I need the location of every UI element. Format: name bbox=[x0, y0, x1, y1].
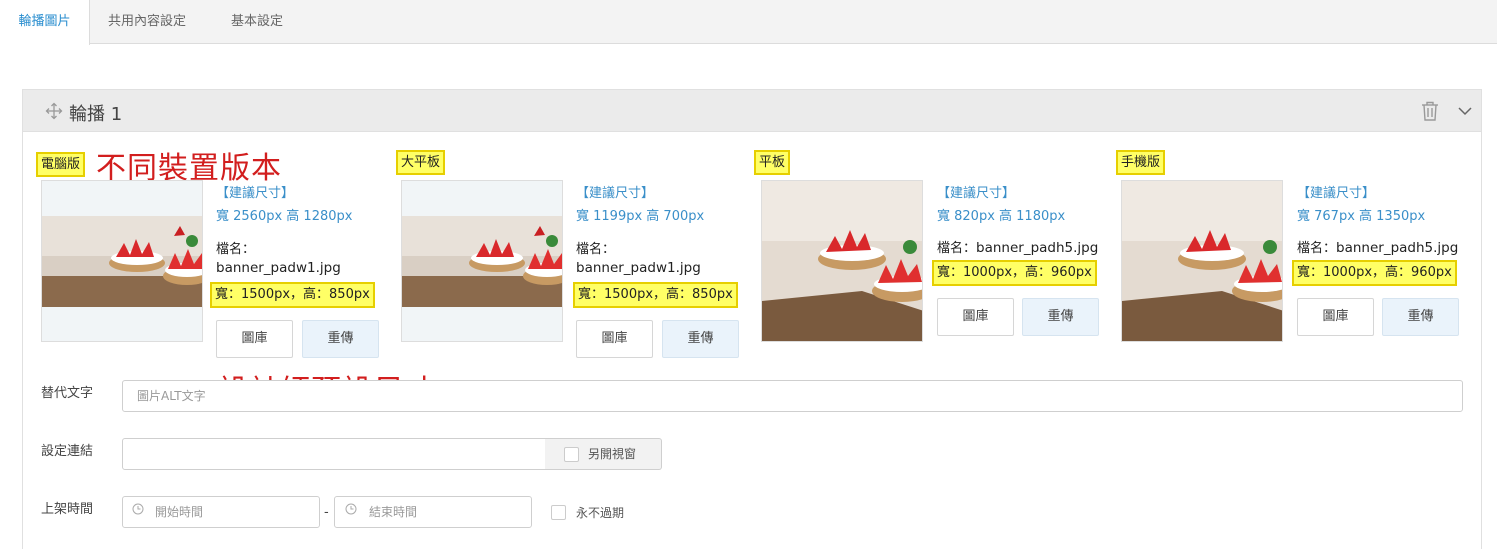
reupload-button[interactable]: 重傳 bbox=[302, 320, 379, 358]
gallery-button[interactable]: 圖庫 bbox=[937, 298, 1014, 336]
move-icon[interactable] bbox=[45, 102, 63, 120]
file-name-label: 檔名： bbox=[937, 241, 977, 256]
gallery-button[interactable]: 圖庫 bbox=[576, 320, 653, 358]
reupload-button[interactable]: 重傳 bbox=[662, 320, 739, 358]
trash-icon[interactable] bbox=[1421, 101, 1439, 121]
end-time-input[interactable]: 結束時間 bbox=[334, 496, 532, 528]
image-thumbnail-large-tablet[interactable] bbox=[401, 180, 563, 342]
suggest-size: 寬 1199px 高 700px bbox=[576, 209, 705, 224]
never-expire-label: 永不過期 bbox=[576, 506, 625, 520]
suggest-size: 寬 767px 高 1350px bbox=[1297, 209, 1426, 224]
link-input[interactable] bbox=[122, 438, 546, 470]
suggest-title: 【建議尺寸】 bbox=[576, 186, 655, 201]
suggest-title: 【建議尺寸】 bbox=[1297, 186, 1376, 201]
device-label-desktop: 電腦版 bbox=[36, 152, 86, 177]
new-window-label: 另開視窗 bbox=[588, 447, 637, 461]
clock-icon bbox=[345, 503, 357, 515]
clock-icon bbox=[132, 503, 144, 515]
tab-bar: 輪播圖片 共用內容設定 基本設定 bbox=[0, 0, 1497, 45]
file-name: banner_padh5.jpg bbox=[976, 240, 1099, 256]
file-name: banner_padh5.jpg bbox=[1336, 240, 1459, 256]
device-label-tablet: 平板 bbox=[754, 150, 791, 175]
alt-text-label: 替代文字 bbox=[41, 386, 94, 401]
tart-image bbox=[762, 181, 922, 341]
file-name: banner_padw1.jpg bbox=[216, 260, 341, 276]
suggest-title: 【建議尺寸】 bbox=[937, 186, 1016, 201]
designer-size: 寬：1500px，高：850px bbox=[573, 282, 738, 308]
tart-image bbox=[42, 216, 202, 307]
tab-basic-settings[interactable]: 基本設定 bbox=[231, 0, 283, 44]
reupload-button[interactable]: 重傳 bbox=[1382, 298, 1459, 336]
new-window-addon: 另開視窗 bbox=[545, 438, 662, 470]
panel-header: 輪播 1 bbox=[23, 90, 1481, 132]
tab-shared-content[interactable]: 共用內容設定 bbox=[108, 0, 186, 44]
gallery-button[interactable]: 圖庫 bbox=[216, 320, 293, 358]
date-range-dash: - bbox=[324, 505, 329, 520]
file-name: banner_padw1.jpg bbox=[576, 260, 701, 276]
chevron-down-icon[interactable] bbox=[1457, 103, 1473, 119]
gallery-button[interactable]: 圖庫 bbox=[1297, 298, 1374, 336]
image-thumbnail-tablet[interactable] bbox=[761, 180, 923, 342]
file-name-row: 檔名：banner_padh5.jpg bbox=[937, 237, 1098, 256]
suggest-size: 寬 820px 高 1180px bbox=[937, 209, 1066, 224]
designer-size: 寬：1000px，高：960px bbox=[1292, 260, 1457, 286]
panel-title: 輪播 1 bbox=[69, 104, 123, 125]
start-time-input[interactable]: 開始時間 bbox=[122, 496, 320, 528]
tart-image bbox=[402, 216, 562, 307]
image-thumbnail-mobile[interactable] bbox=[1121, 180, 1283, 342]
new-window-checkbox[interactable] bbox=[564, 447, 579, 462]
device-label-mobile: 手機版 bbox=[1116, 150, 1166, 175]
file-name-row: 檔名：banner_padh5.jpg bbox=[1297, 237, 1458, 256]
never-expire-checkbox[interactable] bbox=[551, 505, 566, 520]
designer-size: 寬：1500px，高：850px bbox=[210, 282, 375, 308]
image-thumbnail-desktop[interactable] bbox=[41, 180, 203, 342]
suggest-size: 寬 2560px 高 1280px bbox=[216, 209, 353, 224]
suggest-title: 【建議尺寸】 bbox=[216, 186, 295, 201]
device-label-large-tablet: 大平板 bbox=[396, 150, 446, 175]
tart-image bbox=[1122, 181, 1282, 341]
link-label: 設定連結 bbox=[41, 444, 94, 459]
publish-time-label: 上架時間 bbox=[41, 502, 94, 517]
file-name-label: 檔名： bbox=[1297, 241, 1337, 256]
file-name-label: 檔名： bbox=[576, 242, 616, 257]
file-name-label: 檔名： bbox=[216, 242, 256, 257]
tab-carousel-images[interactable]: 輪播圖片 bbox=[0, 0, 90, 45]
alt-text-input[interactable]: 圖片ALT文字 bbox=[122, 380, 1463, 412]
reupload-button[interactable]: 重傳 bbox=[1022, 298, 1099, 336]
designer-size: 寬：1000px，高：960px bbox=[932, 260, 1097, 286]
